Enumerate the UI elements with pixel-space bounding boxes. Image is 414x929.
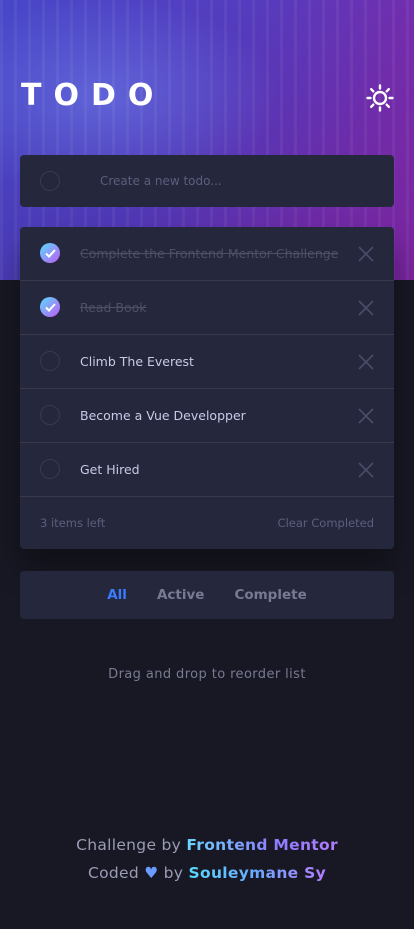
close-icon (358, 300, 374, 316)
delete-todo-button[interactable] (358, 354, 374, 370)
todo-text: Read Book (80, 300, 147, 315)
challenge-attribution: Challenge by Frontend Mentor (0, 836, 414, 854)
new-todo-circle[interactable] (40, 171, 60, 191)
close-icon (358, 354, 374, 370)
author-link[interactable]: Souleymane Sy (189, 864, 327, 882)
delete-todo-button[interactable] (358, 246, 374, 262)
challenge-prefix: Challenge by (76, 836, 182, 854)
todo-item[interactable]: Climb The Everest (20, 335, 394, 389)
todo-text: Become a Vue Developper (80, 408, 246, 423)
todo-list: Complete the Frontend Mentor Challenge Re… (20, 227, 394, 549)
delete-todo-button[interactable] (358, 300, 374, 316)
close-icon (358, 246, 374, 262)
close-icon (358, 408, 374, 424)
check-icon (44, 302, 56, 312)
filter-complete[interactable]: Complete (234, 587, 306, 603)
todo-checkbox[interactable] (40, 405, 60, 425)
todo-checkbox[interactable] (40, 243, 60, 263)
heart-icon: ♥ (144, 864, 159, 882)
todo-item[interactable]: Complete the Frontend Mentor Challenge (20, 227, 394, 281)
todo-item[interactable]: Read Book (20, 281, 394, 335)
todo-text: Get Hired (80, 462, 140, 477)
delete-todo-button[interactable] (358, 408, 374, 424)
filter-active[interactable]: Active (157, 587, 205, 603)
frontend-mentor-link[interactable]: Frontend Mentor (186, 836, 338, 854)
author-attribution: Coded ♥ by Souleymane Sy (0, 864, 414, 882)
sun-icon (366, 84, 394, 112)
drag-drop-hint: Drag and drop to reorder list (108, 667, 306, 682)
todo-checkbox[interactable] (40, 351, 60, 371)
todo-text: Climb The Everest (80, 354, 194, 369)
by-label: by (163, 864, 184, 882)
app-title: TODO (21, 78, 166, 113)
delete-todo-button[interactable] (358, 462, 374, 478)
list-footer: 3 items left Clear Completed (20, 497, 394, 549)
new-todo-bar (20, 155, 394, 207)
filter-all[interactable]: All (107, 587, 127, 603)
todo-item[interactable]: Get Hired (20, 443, 394, 497)
todo-checkbox[interactable] (40, 297, 60, 317)
check-icon (44, 248, 56, 258)
new-todo-input[interactable] (100, 155, 370, 207)
todo-text: Complete the Frontend Mentor Challenge (80, 246, 339, 261)
todo-checkbox[interactable] (40, 459, 60, 479)
close-icon (358, 462, 374, 478)
theme-toggle-button[interactable] (366, 84, 394, 112)
clear-completed-button[interactable]: Clear Completed (278, 516, 374, 530)
todo-item[interactable]: Become a Vue Developper (20, 389, 394, 443)
filter-bar: All Active Complete (20, 571, 394, 619)
coded-prefix: Coded (87, 864, 139, 882)
items-left-count: 3 items left (40, 516, 106, 530)
